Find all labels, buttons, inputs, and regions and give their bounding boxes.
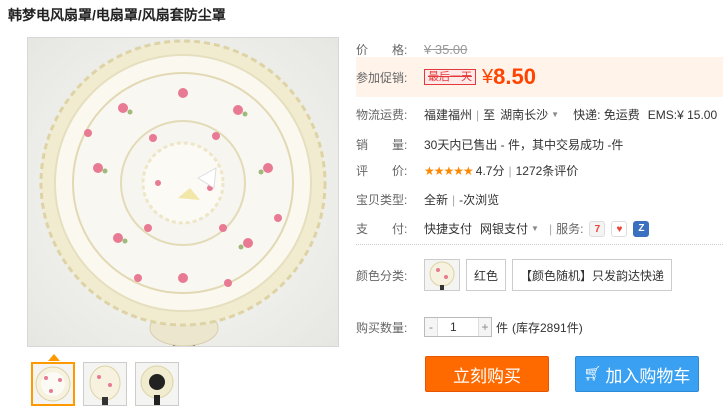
thumbnail-strip — [31, 362, 179, 406]
payment-method-bank[interactable]: 网银支付 — [480, 220, 528, 237]
rating-score: 4.7分 — [475, 164, 505, 178]
quantity-minus-button[interactable]: - — [425, 318, 437, 336]
rating-sep: | — [508, 163, 512, 178]
ems-fee: EMS:¥ 15.00 — [647, 107, 718, 122]
rating-row: 评 价: ★★★★★ 4.7分 | 1272条评价 — [356, 162, 578, 179]
express-fee: 快递: 免运费 — [573, 108, 640, 122]
buy-now-label: 立刻购买 — [453, 366, 521, 387]
product-title: 韩梦电风扇罩/电扇罩/风扇套防尘罩 — [8, 7, 226, 23]
thumb-image — [140, 365, 174, 405]
chevron-down-icon[interactable]: ▼ — [531, 224, 539, 233]
sales-label: 销 量: — [356, 138, 408, 152]
guarantee-icon[interactable]: ♥ — [611, 220, 628, 237]
thumbnail-3[interactable] — [135, 362, 179, 406]
promo-currency: ¥ — [482, 65, 494, 88]
quantity-input[interactable] — [437, 318, 479, 336]
review-count-link[interactable]: 1272条评价 — [516, 162, 579, 179]
color-label: 颜色分类: — [356, 268, 408, 283]
swatch-image — [429, 261, 455, 290]
buy-now-button[interactable]: 立刻购买 — [425, 356, 549, 392]
service-label: 服务: — [556, 222, 584, 236]
thumb-image — [89, 365, 121, 405]
ship-to-select[interactable]: 湖南长沙 — [500, 106, 548, 123]
promo-label: 参加促销: — [356, 70, 408, 85]
promo-row: 参加促销: 最后一天 ¥ 8.50 — [356, 64, 536, 90]
main-product-image[interactable] — [27, 37, 339, 347]
thumb-image — [35, 366, 71, 402]
condition-row: 宝贝类型: 全新 | -次浏览 — [356, 191, 499, 208]
payment-row: 支 付: 快捷支付 网银支付 ▼ | 服务: 7 ♥ Z — [356, 220, 650, 237]
rating-label: 评 价: — [356, 164, 408, 178]
color-row: 颜色分类: 红色 【颜色随机】只发韵达快递 — [356, 259, 678, 291]
price-row: 价 格: ¥ 35.00 — [356, 41, 467, 58]
condition-value: 全新 — [424, 193, 449, 207]
condition-label: 宝贝类型: — [356, 193, 408, 207]
section-divider — [356, 244, 723, 245]
ship-from: 福建福州 — [424, 108, 473, 122]
color-swatch-image[interactable] — [424, 259, 460, 291]
star-rating-icon: ★★★★★ — [424, 163, 474, 178]
cart-icon: 🛒︎ — [583, 366, 602, 382]
quantity-stepper: - + — [424, 317, 492, 337]
credit-card-icon[interactable]: Z — [633, 220, 650, 237]
sales-row: 销 量: 30天内已售出 - 件，其中交易成功 -件 — [356, 136, 623, 153]
quantity-row: 购买数量: - + 件 (库存2891件) — [356, 317, 583, 337]
shipping-row: 物流运费: 福建福州 | 至 湖南长沙 ▼ 快递: 免运费 EMS:¥ 15.0… — [356, 106, 717, 123]
chevron-down-icon[interactable]: ▼ — [551, 110, 559, 119]
add-to-cart-label: 加入购物车 — [605, 366, 691, 387]
payment-method-quick[interactable]: 快捷支付 — [424, 220, 472, 237]
promo-price: 8.50 — [493, 64, 536, 89]
quantity-label: 购买数量: — [356, 320, 408, 335]
price-label: 价 格: — [356, 43, 408, 57]
stock-count: (库存2891件) — [512, 320, 583, 335]
original-price: ¥ 35.00 — [424, 42, 468, 57]
quantity-plus-button[interactable]: + — [479, 318, 491, 336]
seven-day-return-icon[interactable]: 7 — [589, 220, 606, 237]
payment-label: 支 付: — [356, 222, 408, 236]
thumbnail-2[interactable] — [83, 362, 127, 406]
view-count: -次浏览 — [459, 193, 500, 207]
promo-tag: 最后一天 — [424, 69, 476, 85]
color-option-red[interactable]: 红色 — [466, 259, 507, 291]
color-option-random[interactable]: 【颜色随机】只发韵达快递 — [512, 259, 673, 291]
condition-sep: | — [452, 192, 456, 207]
shipping-label: 物流运费: — [356, 108, 408, 122]
fan-cover-illustration — [28, 38, 338, 346]
sales-text: 30天内已售出 - 件，其中交易成功 -件 — [424, 138, 624, 152]
thumbnail-1[interactable] — [31, 362, 75, 406]
add-to-cart-button[interactable]: 🛒︎ 加入购物车 — [575, 356, 699, 392]
thumb-pointer — [48, 354, 60, 361]
ship-to-prefix: 至 — [483, 108, 496, 122]
ship-sep: | — [476, 107, 480, 122]
quantity-unit: 件 — [496, 320, 509, 335]
